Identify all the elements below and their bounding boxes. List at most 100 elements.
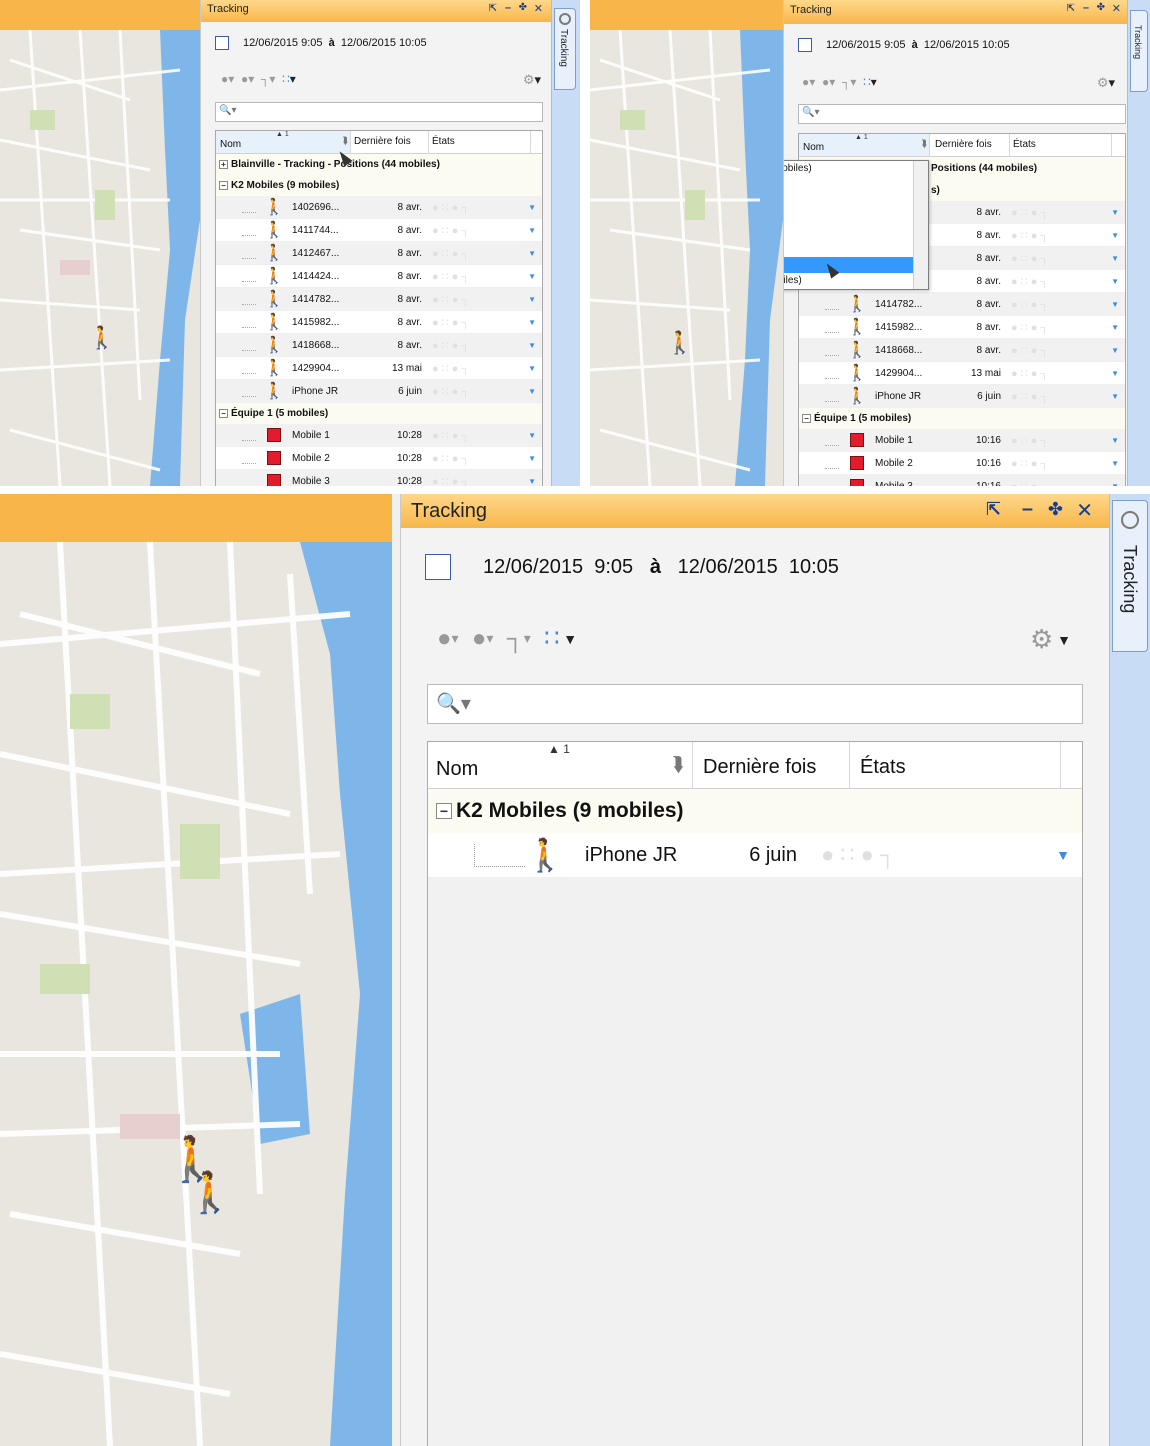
list-item[interactable]: Mobile 2 10:16 ● ∷ ● ┐ ▼	[799, 452, 1125, 475]
float-icon[interactable]: ⇱	[986, 499, 1001, 520]
collapse-icon[interactable]: −	[219, 409, 228, 418]
dropdown-option[interactable]: iPhone JR	[784, 257, 914, 273]
collapse-icon[interactable]: −	[219, 181, 228, 190]
row-menu-icon[interactable]: ▼	[1111, 277, 1119, 286]
circle-icon[interactable]: ●▾	[472, 625, 507, 653]
pin-icon[interactable]: ✤	[1097, 2, 1105, 13]
list-item[interactable]: Mobile 2 10:28 ● ∷ ● ┐ ▼	[216, 447, 542, 470]
minimize-icon[interactable]: –	[505, 2, 511, 14]
list-item[interactable]: 🚶 1414782... 8 avr. ● ∷ ● ┐ ▼	[799, 293, 1125, 316]
dropdown-scrollbar[interactable]	[913, 161, 928, 289]
row-menu-icon[interactable]: ▼	[1111, 459, 1119, 468]
row-menu-icon[interactable]: ▼	[528, 364, 536, 373]
calendar-icon[interactable]	[215, 36, 229, 50]
settings-icon[interactable]: ⚙ ▾	[1097, 75, 1115, 91]
row-menu-icon[interactable]: ▼	[1056, 847, 1070, 863]
minimize-icon[interactable]: –	[1022, 498, 1033, 521]
row-menu-icon[interactable]: ▼	[1111, 208, 1119, 217]
row-menu-icon[interactable]: ▼	[1111, 482, 1119, 487]
group-row[interactable]: + Blainville - Tracking - Positions (44 m…	[216, 154, 542, 175]
filter-dropdown[interactable]: K2 Mobiles (9 mobiles)Mobile 1Mobile 2Mo…	[784, 160, 929, 290]
tracking-side-tab[interactable]: Tracking	[1112, 500, 1148, 652]
col-last[interactable]: Dernière fois	[930, 134, 1010, 156]
col-name[interactable]: ▲ 1 Nom ⮯	[799, 134, 930, 156]
list-item[interactable]: 🚶 1418668... 8 avr. ● ∷ ● ┐ ▼	[216, 334, 542, 357]
dropdown-option[interactable]: Mobile 2	[784, 193, 914, 209]
close-icon[interactable]: ✕	[534, 2, 543, 15]
group-row[interactable]: − K2 Mobiles (9 mobiles)	[216, 175, 542, 196]
path-icon[interactable]: ┐▾	[507, 625, 544, 653]
row-menu-icon[interactable]: ▼	[1111, 369, 1119, 378]
calendar-icon[interactable]	[798, 38, 812, 52]
collapse-icon[interactable]: −	[436, 803, 452, 819]
close-icon[interactable]: ✕	[1076, 498, 1093, 523]
circle-icon[interactable]: ●▾	[822, 75, 842, 89]
list-item[interactable]: Mobile 1 10:28 ● ∷ ● ┐ ▼	[216, 424, 542, 447]
row-menu-icon[interactable]: ▼	[1111, 231, 1119, 240]
col-status[interactable]: États	[850, 742, 1061, 788]
map-view[interactable]: 🚶	[0, 0, 200, 486]
list-item[interactable]: 🚶 1429904... 13 mai ● ∷ ● ┐ ▼	[216, 357, 542, 380]
tree-icon[interactable]: ∷ ▾	[282, 72, 296, 86]
col-status[interactable]: États	[429, 131, 531, 153]
pin-icon[interactable]: ✤	[519, 2, 527, 13]
list-item[interactable]: 🚶 iPhone JR 6 juin ● ∷ ● ┐ ▼	[216, 380, 542, 403]
layer-icon[interactable]: ●▾	[221, 72, 241, 86]
row-menu-icon[interactable]: ▼	[528, 387, 536, 396]
col-last[interactable]: Dernière fois	[351, 131, 429, 153]
col-name[interactable]: ▲ 1 Nom ⮯	[428, 742, 693, 788]
float-icon[interactable]: ⇱	[489, 3, 497, 14]
list-item[interactable]: 🚶 1415982... 8 avr. ● ∷ ● ┐ ▼	[216, 311, 542, 334]
list-item[interactable]: Mobile 3 10:16 ● ∷ ● ┐ ▼	[799, 475, 1125, 486]
collapse-icon[interactable]: −	[802, 414, 811, 423]
filter-icon[interactable]: ⮯	[921, 139, 927, 150]
row-menu-icon[interactable]: ▼	[1111, 436, 1119, 445]
dropdown-option[interactable]: Mobile 5	[784, 241, 914, 257]
row-menu-icon[interactable]: ▼	[1111, 254, 1119, 263]
row-menu-icon[interactable]: ▼	[528, 249, 536, 258]
list-item[interactable]: 🚶 1414782... 8 avr. ● ∷ ● ┐ ▼	[216, 288, 542, 311]
calendar-icon[interactable]	[425, 554, 451, 580]
row-menu-icon[interactable]: ▼	[528, 203, 536, 212]
row-menu-icon[interactable]: ▼	[528, 341, 536, 350]
list-item[interactable]: Mobile 1 10:16 ● ∷ ● ┐ ▼	[799, 429, 1125, 452]
settings-icon[interactable]: ⚙ ▾	[523, 72, 541, 88]
minimize-icon[interactable]: –	[1083, 2, 1089, 14]
close-icon[interactable]: ✕	[1112, 2, 1121, 15]
list-item[interactable]: 🚶 1418668... 8 avr. ● ∷ ● ┐ ▼	[799, 339, 1125, 362]
list-item[interactable]: 🚶 1412467... 8 avr. ● ∷ ● ┐ ▼	[216, 242, 542, 265]
group-row[interactable]: − Équipe 1 (5 mobiles)	[216, 403, 542, 424]
settings-icon[interactable]: ⚙ ▼	[1030, 624, 1071, 655]
path-icon[interactable]: ┐▾	[261, 72, 282, 86]
col-status[interactable]: États	[1010, 134, 1112, 156]
filter-icon[interactable]: ⮯	[342, 136, 348, 147]
layer-icon[interactable]: ●▾	[437, 625, 472, 653]
dropdown-option[interactable]: Mobile 1	[784, 177, 914, 193]
list-item[interactable]: 🚶 1402696... 8 avr. ● ∷ ● ┐ ▼	[216, 196, 542, 219]
row-menu-icon[interactable]: ▼	[528, 226, 536, 235]
tracking-side-tab[interactable]: Tracking	[1130, 10, 1148, 92]
search-input[interactable]: 🔍▾	[215, 102, 543, 122]
list-item[interactable]: 🚶 iPhone JR 6 juin ● ∷ ● ┐ ▼	[799, 385, 1125, 408]
list-item[interactable]: Mobile 3 10:28 ● ∷ ● ┐ ▼	[216, 470, 542, 486]
date-range[interactable]: 12/06/2015 9:05 à 12/06/2015 10:05	[798, 38, 1010, 52]
row-menu-icon[interactable]: ▼	[1111, 392, 1119, 401]
layer-icon[interactable]: ●▾	[802, 75, 822, 89]
dropdown-option[interactable]: Mobile 3	[784, 209, 914, 225]
row-menu-icon[interactable]: ▼	[528, 272, 536, 281]
tree-icon[interactable]: ∷ ▼	[544, 624, 577, 653]
row-menu-icon[interactable]: ▼	[1111, 323, 1119, 332]
col-last[interactable]: Dernière fois	[693, 742, 850, 788]
filter-icon[interactable]: ⮯	[672, 754, 684, 777]
row-menu-icon[interactable]: ▼	[528, 431, 536, 440]
search-input[interactable]: 🔍▾	[427, 684, 1083, 724]
row-menu-icon[interactable]: ▼	[528, 477, 536, 486]
group-row[interactable]: − K2 Mobiles (9 mobiles)	[428, 789, 1082, 833]
row-menu-icon[interactable]: ▼	[528, 454, 536, 463]
map-view[interactable]: 🚶	[590, 0, 783, 486]
row-menu-icon[interactable]: ▼	[1111, 300, 1119, 309]
float-icon[interactable]: ⇱	[1067, 3, 1075, 14]
list-item[interactable]: 🚶 1429904... 13 mai ● ∷ ● ┐ ▼	[799, 362, 1125, 385]
tracking-side-tab[interactable]: Tracking	[554, 8, 576, 90]
date-range[interactable]: 12/06/2015 9:05 à 12/06/2015 10:05	[425, 554, 839, 580]
